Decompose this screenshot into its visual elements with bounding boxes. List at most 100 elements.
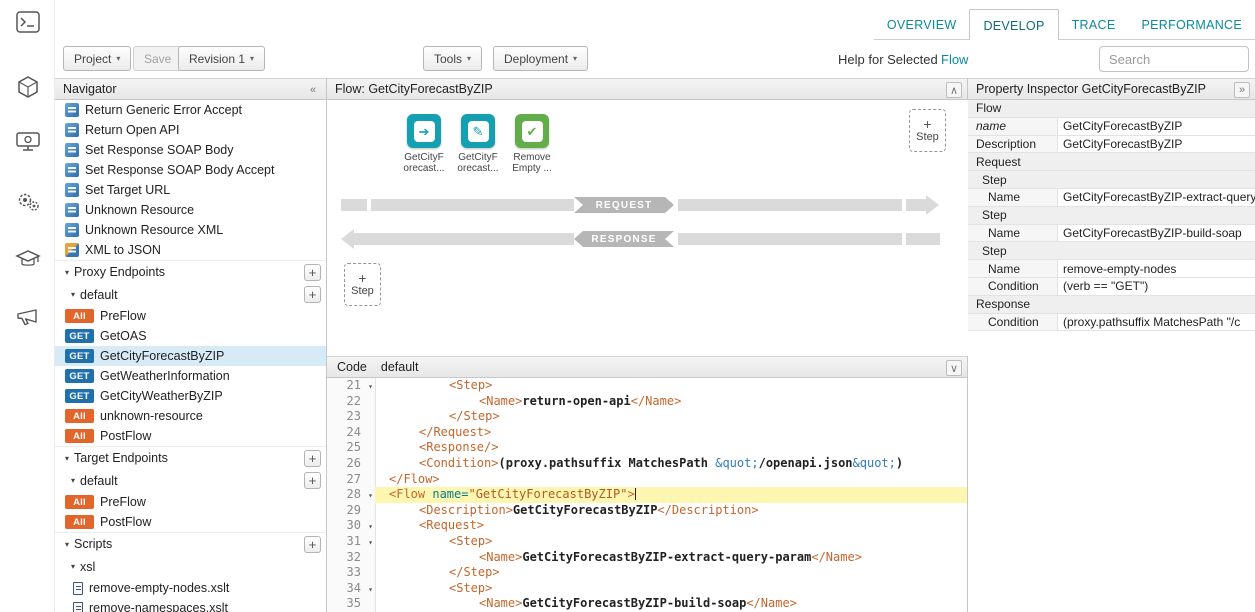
code-line[interactable]: 29 <Description>GetCityForecastByZIP</De… [327, 503, 967, 519]
code-gutter[interactable]: 25 [327, 440, 375, 456]
rail-api-proxies-button[interactable] [14, 73, 42, 101]
project-button[interactable]: Project▾ [63, 46, 131, 71]
top-tab[interactable]: OVERVIEW [874, 9, 970, 39]
code-line-content[interactable]: <Description>GetCityForecastByZIP</Descr… [375, 503, 967, 519]
code-gutter[interactable]: 28▾ [327, 487, 375, 503]
prop-value[interactable]: GetCityForecastByZIP [1058, 136, 1255, 153]
deployment-button[interactable]: Deployment▾ [493, 46, 588, 71]
code-line[interactable]: 22 <Name>return-open-api</Name> [327, 394, 967, 410]
code-gutter[interactable]: 31▾ [327, 534, 375, 550]
rail-terminal-button[interactable] [14, 8, 42, 36]
code-tab-default[interactable]: default [381, 360, 419, 374]
code-line-content[interactable]: <Condition>(proxy.pathsuffix MatchesPath… [375, 456, 967, 472]
scripts-xsl-group[interactable]: ▾ xsl [55, 555, 326, 578]
code-line[interactable]: 34▾ <Step> [327, 581, 967, 597]
navigator-flow-item[interactable]: All PreFlow [55, 492, 326, 512]
prop-value[interactable]: (verb == "GET") [1058, 278, 1255, 295]
proxy-endpoint-default[interactable]: ▾ default + [55, 283, 326, 306]
script-file-item[interactable]: remove-namespaces.xslt [55, 598, 326, 612]
code-line-content[interactable]: <Step> [375, 581, 967, 597]
code-line-content[interactable]: </Step> [375, 565, 967, 581]
flow-collapse-icon[interactable]: ∧ [946, 82, 962, 98]
code-line-content[interactable]: <Response/> [375, 440, 967, 456]
code-line-content[interactable]: <Name>GetCityForecastByZIP-extract-query… [375, 550, 967, 566]
top-tab[interactable]: TRACE [1059, 9, 1129, 39]
rail-learning-button[interactable] [14, 245, 42, 273]
section-scripts[interactable]: ▾ Scripts + [55, 532, 326, 555]
prop-value[interactable]: (proxy.pathsuffix MatchesPath "/c [1058, 314, 1255, 331]
navigator-flow-item[interactable]: All unknown-resource [55, 406, 326, 426]
revision-button[interactable]: Revision 1▾ [178, 46, 265, 71]
code-line-content[interactable]: <Name>GetCityForecastByZIP-build-soap</N… [375, 596, 967, 612]
code-line[interactable]: 21▾ <Step> [327, 378, 967, 394]
code-line[interactable]: 33 </Step> [327, 565, 967, 581]
property-inspector-collapse-icon[interactable]: » [1234, 82, 1250, 98]
code-gutter[interactable]: 27 [327, 472, 375, 488]
code-gutter[interactable]: 23 [327, 409, 375, 425]
code-gutter[interactable]: 21▾ [327, 378, 375, 394]
code-line[interactable]: 25 <Response/> [327, 440, 967, 456]
flow-step[interactable]: ✎ GetCityForecast... [453, 114, 503, 174]
navigator-policy-item[interactable]: Unknown Resource XML [55, 220, 326, 240]
add-proxy-flow-button[interactable]: + [304, 286, 321, 303]
code-line-content[interactable]: </Request> [375, 425, 967, 441]
script-file-item[interactable]: remove-empty-nodes.xslt [55, 578, 326, 598]
add-step-button-top[interactable]: + Step [909, 109, 946, 152]
add-script-button[interactable]: + [304, 536, 321, 553]
navigator-policy-item[interactable]: Set Response SOAP Body Accept [55, 160, 326, 180]
prop-value[interactable]: remove-empty-nodes [1058, 260, 1255, 277]
navigator-flow-item[interactable]: GET GetCityWeatherByZIP [55, 386, 326, 406]
navigator-policy-item[interactable]: Set Response SOAP Body [55, 140, 326, 160]
navigator-flow-item[interactable]: GET GetOAS [55, 326, 326, 346]
navigator-policy-item[interactable]: Unknown Resource [55, 200, 326, 220]
code-line-content[interactable]: <Flow name="GetCityForecastByZIP"> [375, 487, 967, 503]
rail-services-button[interactable] [14, 188, 42, 216]
code-gutter[interactable]: 33 [327, 565, 375, 581]
flow-step[interactable]: ➔ GetCityForecast... [399, 114, 449, 174]
code-line[interactable]: 27 </Flow> [327, 472, 967, 488]
tools-button[interactable]: Tools▾ [423, 46, 482, 71]
help-flow-link[interactable]: Flow [941, 52, 968, 67]
code-line[interactable]: 28▾ <Flow name="GetCityForecastByZIP"> [327, 487, 967, 503]
code-line[interactable]: 23 </Step> [327, 409, 967, 425]
navigator-flow-item[interactable]: All PostFlow [55, 426, 326, 446]
code-line[interactable]: 26 <Condition>(proxy.pathsuffix MatchesP… [327, 456, 967, 472]
code-gutter[interactable]: 32 [327, 550, 375, 566]
navigator-flow-item[interactable]: All PostFlow [55, 512, 326, 532]
navigator-flow-item[interactable]: GET GetWeatherInformation [55, 366, 326, 386]
code-line[interactable]: 31▾ <Step> [327, 534, 967, 550]
flow-step[interactable]: ✔ RemoveEmpty ... [507, 114, 557, 174]
code-line-content[interactable]: </Flow> [375, 472, 967, 488]
code-gutter[interactable]: 30▾ [327, 518, 375, 534]
prop-value[interactable]: GetCityForecastByZIP [1058, 118, 1255, 135]
code-gutter[interactable]: 22 [327, 394, 375, 410]
code-line-content[interactable]: </Step> [375, 409, 967, 425]
target-endpoint-default[interactable]: ▾ default + [55, 469, 326, 492]
navigator-policy-item[interactable]: XML to JSON [55, 240, 326, 260]
save-button[interactable]: Save [133, 46, 182, 71]
add-step-button-bottom[interactable]: + Step [344, 263, 381, 306]
code-gutter[interactable]: 34▾ [327, 581, 375, 597]
navigator-collapse-icon[interactable]: « [305, 82, 321, 98]
code-line[interactable]: 35 <Name>GetCityForecastByZIP-build-soap… [327, 596, 967, 612]
code-gutter[interactable]: 29 [327, 503, 375, 519]
navigator-policy-item[interactable]: Return Generic Error Accept [55, 100, 326, 120]
code-line-content[interactable]: <Step> [375, 378, 967, 394]
flow-canvas[interactable]: ➔ GetCityForecast... ✎ GetCityForecast..… [327, 100, 968, 356]
navigator-flow-item[interactable]: GET GetCityForecastByZIP [55, 346, 326, 366]
code-gutter[interactable]: 24 [327, 425, 375, 441]
navigator-policy-item[interactable]: Return Open API [55, 120, 326, 140]
code-line-content[interactable]: <Step> [375, 534, 967, 550]
top-tab[interactable]: DEVELOP [969, 9, 1058, 40]
prop-value[interactable]: GetCityForecastByZIP-extract-query-param [1058, 189, 1255, 206]
search-input[interactable] [1099, 46, 1249, 72]
add-target-flow-button[interactable]: + [304, 472, 321, 489]
code-line[interactable]: 30▾ <Request> [327, 518, 967, 534]
section-target-endpoints[interactable]: ▾ Target Endpoints + [55, 446, 326, 469]
code-collapse-icon[interactable]: ∨ [946, 360, 962, 376]
section-proxy-endpoints[interactable]: ▾ Proxy Endpoints + [55, 260, 326, 283]
add-target-endpoint-button[interactable]: + [304, 450, 321, 467]
navigator-flow-item[interactable]: All PreFlow [55, 306, 326, 326]
code-line[interactable]: 24 </Request> [327, 425, 967, 441]
code-editor[interactable]: 21▾ <Step> 22 <Name>return-open-api</Nam… [327, 378, 967, 612]
